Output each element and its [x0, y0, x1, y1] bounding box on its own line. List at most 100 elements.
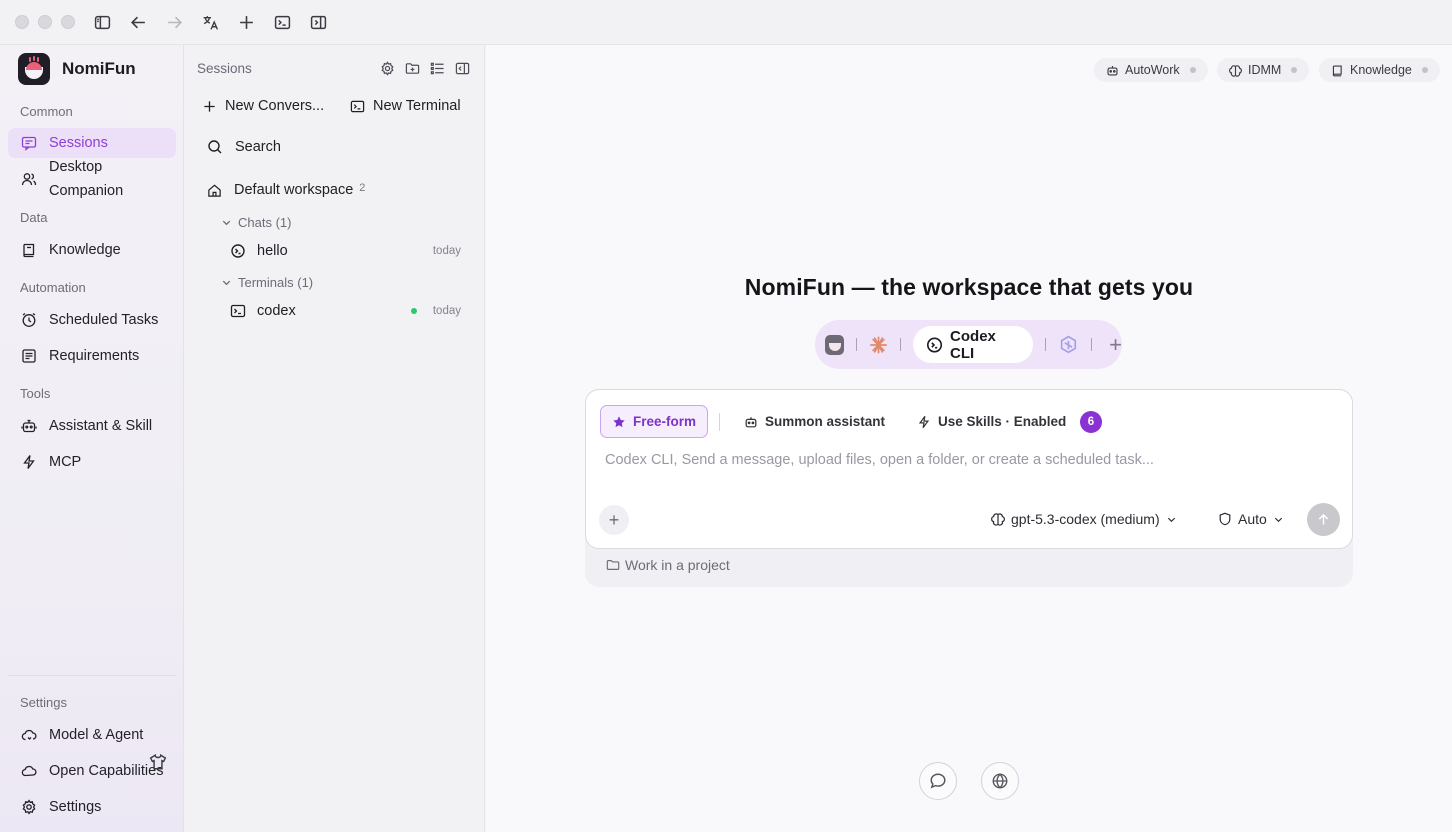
- new-tab-plus-icon[interactable]: [236, 12, 256, 32]
- use-skills-tab[interactable]: Use Skills · Enabled: [917, 405, 1066, 438]
- claude-sparkle-icon[interactable]: [869, 335, 888, 355]
- section-label-data: Data: [20, 210, 48, 225]
- codex-icon: [926, 336, 943, 353]
- gear-icon[interactable]: [378, 59, 396, 77]
- lightning-icon: [918, 415, 930, 428]
- sidebar-divider: [8, 675, 176, 676]
- sidebar-item-label: MCP: [49, 454, 82, 470]
- list-item[interactable]: hello today: [230, 243, 461, 259]
- section-label-automation: Automation: [20, 280, 86, 295]
- session-time: today: [432, 245, 461, 257]
- sidebar-item-mcp[interactable]: MCP: [8, 447, 176, 477]
- maximize-window-button[interactable]: [61, 15, 75, 29]
- chat-bubble-icon: [930, 773, 946, 789]
- idmm-pill[interactable]: IDMM: [1217, 58, 1310, 82]
- gemini-agent-icon[interactable]: [1058, 334, 1079, 356]
- sessions-panel-title: Sessions: [197, 61, 252, 76]
- sidebar-item-label: Knowledge: [49, 242, 121, 258]
- autowork-pill[interactable]: AutoWork: [1094, 58, 1208, 82]
- sidebar-item-assistant-skill[interactable]: Assistant & Skill: [8, 411, 176, 441]
- terminals-group-toggle[interactable]: Terminals (1): [221, 275, 313, 290]
- search-button[interactable]: Search: [207, 139, 281, 155]
- brain-icon: [1229, 64, 1242, 77]
- agent-chip-label: Codex CLI: [950, 327, 996, 362]
- shirt-theme-icon[interactable]: [149, 753, 167, 771]
- home-icon: [208, 184, 221, 197]
- sidebar-item-label: Model & Agent: [49, 727, 144, 743]
- terminal-icon: [350, 100, 365, 112]
- chevron-down-icon: [222, 280, 231, 286]
- permission-select[interactable]: Auto: [1218, 511, 1284, 527]
- sidebar-item-scheduled-tasks[interactable]: Scheduled Tasks: [8, 305, 176, 335]
- composer: Free-form Summon assistant Use Skills · …: [585, 389, 1353, 549]
- status-dot: [1189, 67, 1196, 73]
- agent-chip-codex-cli[interactable]: Codex CLI: [912, 326, 1034, 363]
- forward-arrow-icon[interactable]: [164, 12, 184, 32]
- minimize-window-button[interactable]: [38, 15, 52, 29]
- workspace-name: Default workspace: [234, 182, 354, 198]
- book-icon: [23, 243, 35, 258]
- free-form-tab[interactable]: Free-form: [600, 405, 709, 438]
- app-name: NomiFun: [62, 59, 136, 78]
- right-panel-toggle-icon[interactable]: [308, 12, 328, 32]
- terminals-group-label: Terminals (1): [238, 275, 314, 290]
- knowledge-pill[interactable]: Knowledge: [1319, 58, 1440, 82]
- chevron-down-icon: [222, 220, 231, 226]
- main-area: AutoWork IDMM Knowledge NomiFun — the wo…: [486, 45, 1452, 832]
- sidebar-toggle-icon[interactable]: [92, 12, 112, 32]
- nomifun-agent-icon[interactable]: [825, 334, 845, 355]
- chevron-down-icon: [1274, 517, 1282, 522]
- shield-icon: [1219, 512, 1231, 526]
- search-icon: [208, 140, 222, 154]
- list-item[interactable]: codex today: [230, 303, 461, 319]
- brain-icon: [991, 513, 1005, 526]
- summon-assistant-tab[interactable]: Summon assistant: [744, 405, 885, 438]
- model-select[interactable]: gpt-5.3-codex (medium): [991, 511, 1177, 527]
- brand[interactable]: NomiFun: [18, 53, 136, 85]
- sidebar-item-model-agent[interactable]: Model & Agent: [8, 720, 176, 750]
- session-name: codex: [257, 303, 296, 319]
- sidebar-item-knowledge[interactable]: Knowledge: [8, 235, 176, 265]
- message-input[interactable]: Codex CLI, Send a message, upload files,…: [605, 452, 1154, 468]
- sessions-panel: Sessions New Convers... New Terminal Sea…: [185, 45, 485, 832]
- add-agent-button[interactable]: +: [1109, 333, 1122, 356]
- permission-select-value: Auto: [1238, 511, 1267, 527]
- close-window-button[interactable]: [15, 15, 29, 29]
- cloud-icon: [21, 765, 37, 777]
- new-terminal-button[interactable]: New Terminal: [350, 95, 461, 117]
- sidebar-item-sessions[interactable]: Sessions: [8, 128, 176, 158]
- back-arrow-icon[interactable]: [128, 12, 148, 32]
- idmm-label: IDMM: [1248, 63, 1282, 77]
- new-conversation-button[interactable]: New Convers...: [202, 95, 324, 117]
- list-document-icon: [22, 349, 36, 363]
- status-dot: [1291, 67, 1298, 73]
- folder-icon: [606, 560, 620, 570]
- robot-icon: [21, 419, 37, 433]
- attach-plus-button[interactable]: +: [599, 505, 629, 535]
- collapse-panel-icon[interactable]: [453, 59, 471, 77]
- send-button[interactable]: [1307, 503, 1340, 536]
- running-status-dot: [410, 308, 417, 314]
- sidebar-item-requirements[interactable]: Requirements: [8, 341, 176, 371]
- sidebar-item-label: Open Capabilities: [49, 763, 164, 779]
- chats-group-toggle[interactable]: Chats (1): [221, 215, 291, 230]
- sidebar-item-settings[interactable]: Settings: [8, 792, 138, 822]
- arrow-up-icon: [1318, 513, 1329, 525]
- codex-session-icon: [231, 244, 245, 258]
- model-select-value: gpt-5.3-codex (medium): [1011, 511, 1160, 527]
- workspace-row[interactable]: Default workspace 2: [207, 182, 365, 198]
- translate-icon[interactable]: [200, 12, 220, 32]
- new-folder-icon[interactable]: [403, 59, 421, 77]
- new-conversation-label: New Convers...: [225, 98, 325, 114]
- use-skills-label: Use Skills · Enabled: [938, 414, 1067, 429]
- work-in-project-link[interactable]: Work in a project: [606, 557, 730, 573]
- search-label: Search: [235, 139, 281, 155]
- list-view-icon[interactable]: [428, 59, 446, 77]
- chat-bubble-button[interactable]: [919, 762, 957, 800]
- globe-button[interactable]: [981, 762, 1019, 800]
- summon-assistant-label: Summon assistant: [765, 414, 886, 429]
- terminal-icon[interactable]: [272, 12, 292, 32]
- app-logo-icon: [18, 53, 50, 85]
- sidebar-item-desktop-companion[interactable]: Desktop Companion: [8, 157, 176, 201]
- book-icon: [1332, 64, 1342, 76]
